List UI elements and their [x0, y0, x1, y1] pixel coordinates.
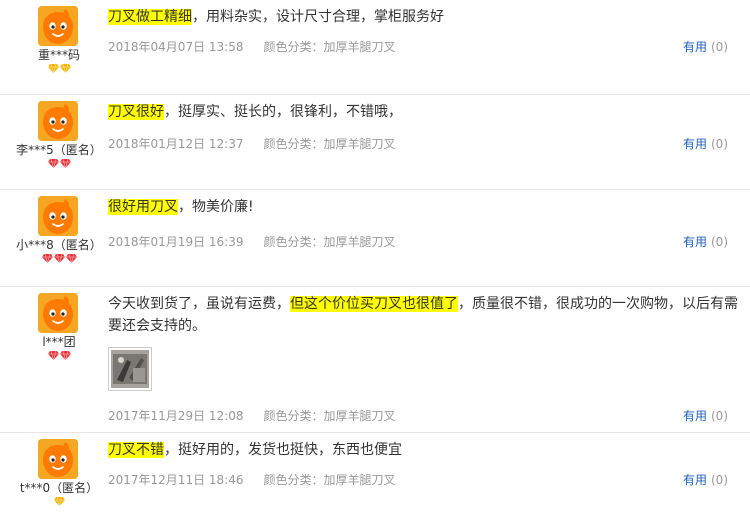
reviewer-level-badges: [0, 497, 118, 506]
review-meta: 2017年11月29日 12:08 颜色分类：加厚羊腿刀叉: [108, 407, 396, 424]
level-gem-icon: [47, 351, 59, 360]
review-date: 2018年04月07日 13:58: [108, 40, 244, 54]
review-photo: [111, 350, 149, 388]
level-gem-icon: [47, 64, 59, 73]
review-date: 2017年12月11日 18:46: [108, 473, 244, 487]
useful-button[interactable]: 有用: [683, 235, 707, 249]
review-item: l***团 今天收到货了，虽说有运费，但这个价位买刀叉也很值了，质量很不错，很成…: [0, 287, 750, 433]
review-text-lead: 今天收到货了，虽说有运费，: [108, 296, 290, 312]
review-list: 重***码 刀叉做工精细，用料杂实，设计尺寸合理，掌柜服务好 2018年04月0…: [0, 0, 750, 523]
review-content: 刀叉做工精细，用料杂实，设计尺寸合理，掌柜服务好: [108, 6, 740, 28]
avatar[interactable]: [38, 6, 78, 46]
review-item: 重***码 刀叉做工精细，用料杂实，设计尺寸合理，掌柜服务好 2018年04月0…: [0, 0, 750, 95]
level-gem-icon: [65, 254, 77, 263]
useful-count: (0): [711, 473, 728, 487]
useful-button[interactable]: 有用: [683, 473, 707, 487]
level-gem-icon: [53, 254, 65, 263]
useful-button[interactable]: 有用: [683, 137, 707, 151]
reviewer-level-badges: [0, 159, 118, 168]
mascot-avatar-icon: [38, 196, 78, 236]
review-item: 李***5（匿名） 刀叉很好，挺厚实、挺长的，很锋利，不错哦， 2018年01月…: [0, 95, 750, 190]
useful-button[interactable]: 有用: [683, 40, 707, 54]
reviewer-level-badges: [0, 254, 118, 263]
reviewer-name: 李***5（匿名）: [16, 143, 102, 157]
review-text: ，挺厚实、挺长的，很锋利，不错哦，: [164, 104, 402, 120]
review-sku: 颜色分类：加厚羊腿刀叉: [263, 409, 396, 423]
avatar[interactable]: [38, 196, 78, 236]
review-meta: 2018年01月12日 12:37 颜色分类：加厚羊腿刀叉: [108, 135, 396, 152]
review-sku: 颜色分类：加厚羊腿刀叉: [263, 235, 396, 249]
review-highlight: 刀叉做工精细: [108, 9, 192, 25]
reviewer-name: 小***8（匿名）: [16, 238, 102, 252]
useful-count: (0): [711, 235, 728, 249]
useful-vote: 有用 (0): [683, 407, 728, 424]
avatar[interactable]: [38, 101, 78, 141]
reviewer-name: 重***码: [37, 48, 80, 62]
review-highlight: 很好用刀叉: [108, 199, 178, 215]
useful-vote: 有用 (0): [683, 233, 728, 250]
level-gem-icon: [59, 159, 71, 168]
review-sku: 颜色分类：加厚羊腿刀叉: [263, 40, 396, 54]
level-gem-icon: [47, 159, 59, 168]
avatar[interactable]: [38, 293, 78, 333]
reviewer-level-badges: [0, 351, 118, 360]
reviewer-name: l***团: [42, 335, 76, 349]
review-date: 2018年01月19日 16:39: [108, 235, 244, 249]
level-gem-icon: [59, 351, 71, 360]
review-content: 刀叉很好，挺厚实、挺长的，很锋利，不错哦，: [108, 101, 740, 123]
review-meta: 2018年01月19日 16:39 颜色分类：加厚羊腿刀叉: [108, 233, 396, 250]
review-text: ，用料杂实，设计尺寸合理，掌柜服务好: [192, 9, 444, 25]
level-gem-icon: [41, 254, 53, 263]
mascot-avatar-icon: [38, 6, 78, 46]
review-text: ，挺好用的，发货也挺快，东西也便宜: [164, 442, 402, 458]
review-meta: 2017年12月11日 18:46 颜色分类：加厚羊腿刀叉: [108, 471, 396, 488]
review-sku: 颜色分类：加厚羊腿刀叉: [263, 137, 396, 151]
mascot-avatar-icon: [38, 293, 78, 333]
review-meta: 2018年04月07日 13:58 颜色分类：加厚羊腿刀叉: [108, 38, 396, 55]
useful-vote: 有用 (0): [683, 38, 728, 55]
review-content: 今天收到货了，虽说有运费，但这个价位买刀叉也很值了，质量很不错，很成功的一次购物…: [108, 293, 740, 337]
level-gem-icon: [53, 497, 65, 506]
review-sku: 颜色分类：加厚羊腿刀叉: [263, 473, 396, 487]
review-highlight: 但这个价位买刀叉也很值了: [290, 296, 458, 312]
reviewer-level-badges: [0, 64, 118, 73]
mascot-avatar-icon: [38, 101, 78, 141]
useful-vote: 有用 (0): [683, 471, 728, 488]
review-item: t***0（匿名） 刀叉不错，挺好用的，发货也挺快，东西也便宜 2017年12月…: [0, 433, 750, 523]
review-content: 刀叉不错，挺好用的，发货也挺快，东西也便宜: [108, 439, 740, 461]
review-date: 2017年11月29日 12:08: [108, 409, 244, 423]
useful-button[interactable]: 有用: [683, 409, 707, 423]
useful-count: (0): [711, 137, 728, 151]
review-content: 很好用刀叉，物美价廉!: [108, 196, 740, 218]
review-highlight: 刀叉不错: [108, 442, 164, 458]
reviewer-name: t***0（匿名）: [19, 481, 99, 495]
mascot-avatar-icon: [38, 439, 78, 479]
review-photo-thumbnail[interactable]: [108, 347, 152, 391]
useful-vote: 有用 (0): [683, 135, 728, 152]
level-gem-icon: [59, 64, 71, 73]
avatar[interactable]: [38, 439, 78, 479]
review-date: 2018年01月12日 12:37: [108, 137, 244, 151]
useful-count: (0): [711, 409, 728, 423]
review-highlight: 刀叉很好: [108, 104, 164, 120]
review-text: ，物美价廉!: [178, 199, 254, 215]
review-item: 小***8（匿名） 很好用刀叉，物美价廉! 2018年01月19日 16:39 颜…: [0, 190, 750, 287]
useful-count: (0): [711, 40, 728, 54]
